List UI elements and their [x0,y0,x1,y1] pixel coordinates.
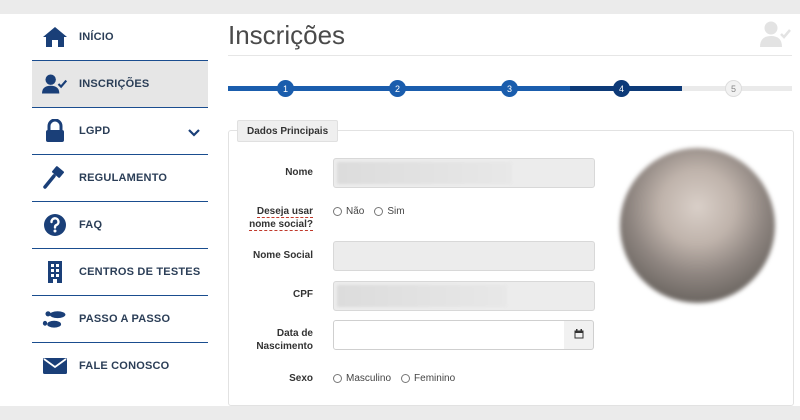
nome-social-label: Nome Social [252,250,313,261]
radio-sim[interactable] [374,207,384,216]
building-icon [42,259,68,285]
sidebar-item-label: FAQ [79,219,103,231]
question-circle-icon [42,212,68,238]
radio-masculino[interactable] [333,374,342,383]
lock-icon [42,118,68,144]
radio-sim-label[interactable]: Sim [387,206,404,217]
sidebar-item-lgpd[interactable]: LGPD [32,108,208,155]
radio-feminino[interactable] [401,374,411,383]
radio-masculino-label[interactable]: Masculino [346,373,391,384]
label-line-1: Deseja usar [256,206,313,218]
sidebar-item-label: INSCRIÇÕES [79,78,150,90]
user-check-icon [760,20,792,53]
sidebar-item-inicio[interactable]: INÍCIO [32,14,208,61]
sidebar-item-inscricoes[interactable]: INSCRIÇÕES [32,61,208,108]
nome-social-question-label: Deseja usar nome social? [227,205,313,231]
cpf-field[interactable] [333,281,595,311]
sidebar-item-passo-a-passo[interactable]: PASSO A PASSO [32,296,208,343]
sidebar-item-regulamento[interactable]: REGULAMENTO [32,155,208,202]
chevron-down-icon[interactable] [188,124,200,142]
label-line-2: nome social? [249,219,313,231]
sexo-label: Sexo [289,373,313,384]
calendar-button[interactable] [564,320,594,350]
sidebar-item-centros-de-testes[interactable]: CENTROS DE TESTES [32,249,208,296]
data-nascimento-label: Data de Nascimento [227,327,313,353]
redacted-value [337,285,507,307]
radio-nao[interactable] [333,207,342,216]
sidebar-nav: INÍCIO INSCRIÇÕES LGPD REGULAMENTO FAQ C… [32,14,208,389]
nome-social-radio-group: Não Sim [333,206,415,217]
redacted-value [337,162,512,184]
nome-field[interactable] [333,158,595,188]
section-title: Dados Principais [237,120,339,142]
label-line-1: Data de [276,328,313,339]
envelope-icon [42,353,68,379]
label-line-2: Nascimento [256,341,313,352]
nome-social-field[interactable] [333,241,595,271]
sidebar-item-label: FALE CONOSCO [79,360,170,372]
calendar-icon [574,326,584,344]
sidebar-item-label: REGULAMENTO [79,172,168,184]
sidebar-item-faq[interactable]: FAQ [32,202,208,249]
sidebar-item-label: LGPD [79,125,111,137]
gavel-icon [42,165,68,191]
sidebar-item-fale-conosco[interactable]: FALE CONOSCO [32,343,208,389]
progress-stepper: 1 2 3 4 5 [228,80,792,98]
step-5[interactable]: 5 [725,80,742,97]
footsteps-icon [42,306,68,332]
page-title: Inscrições [228,20,346,50]
step-3[interactable]: 3 [501,80,518,97]
nome-label: Nome [285,167,313,178]
cpf-label: CPF [293,289,313,300]
radio-nao-label[interactable]: Não [346,206,364,217]
sidebar-item-label: CENTROS DE TESTES [79,266,201,278]
title-divider [228,55,792,56]
radio-feminino-label[interactable]: Feminino [414,373,455,384]
step-4[interactable]: 4 [613,80,630,97]
sidebar-item-label: INÍCIO [79,31,114,43]
home-icon [42,24,68,50]
step-2[interactable]: 2 [389,80,406,97]
data-nascimento-field[interactable] [333,320,565,350]
sidebar-item-label: PASSO A PASSO [79,313,171,325]
profile-photo [620,148,775,303]
user-check-icon [42,71,68,97]
step-1[interactable]: 1 [277,80,294,97]
sexo-radio-group: Masculino Feminino [333,373,465,384]
